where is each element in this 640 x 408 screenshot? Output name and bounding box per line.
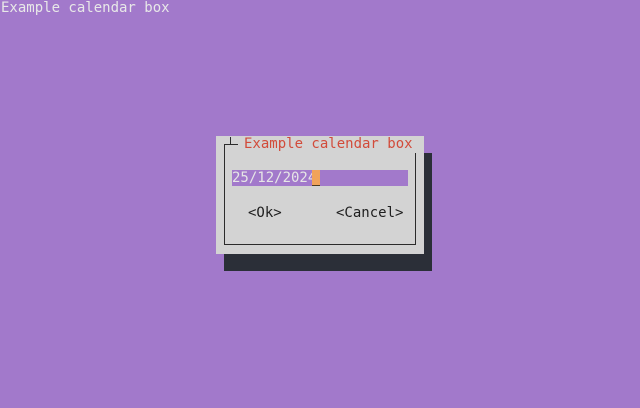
screen-title: Example calendar box [1,0,170,16]
date-value: 25/12/2024 [232,170,317,186]
ok-button[interactable]: <Ok> [248,205,282,222]
title-tick-left [230,137,231,145]
cancel-button[interactable]: <Cancel> [336,205,403,222]
frame-right [415,144,416,245]
frame-bottom [224,244,416,245]
frame-left [224,144,225,245]
text-cursor [312,170,320,186]
frame-top-left [224,144,238,145]
dialog-title: Example calendar box [238,136,419,153]
calendar-dialog: Example calendar box 25/12/2024 <Ok> <Ca… [216,136,424,254]
date-input[interactable]: 25/12/2024 [232,170,408,186]
text-cursor-base [312,185,320,186]
